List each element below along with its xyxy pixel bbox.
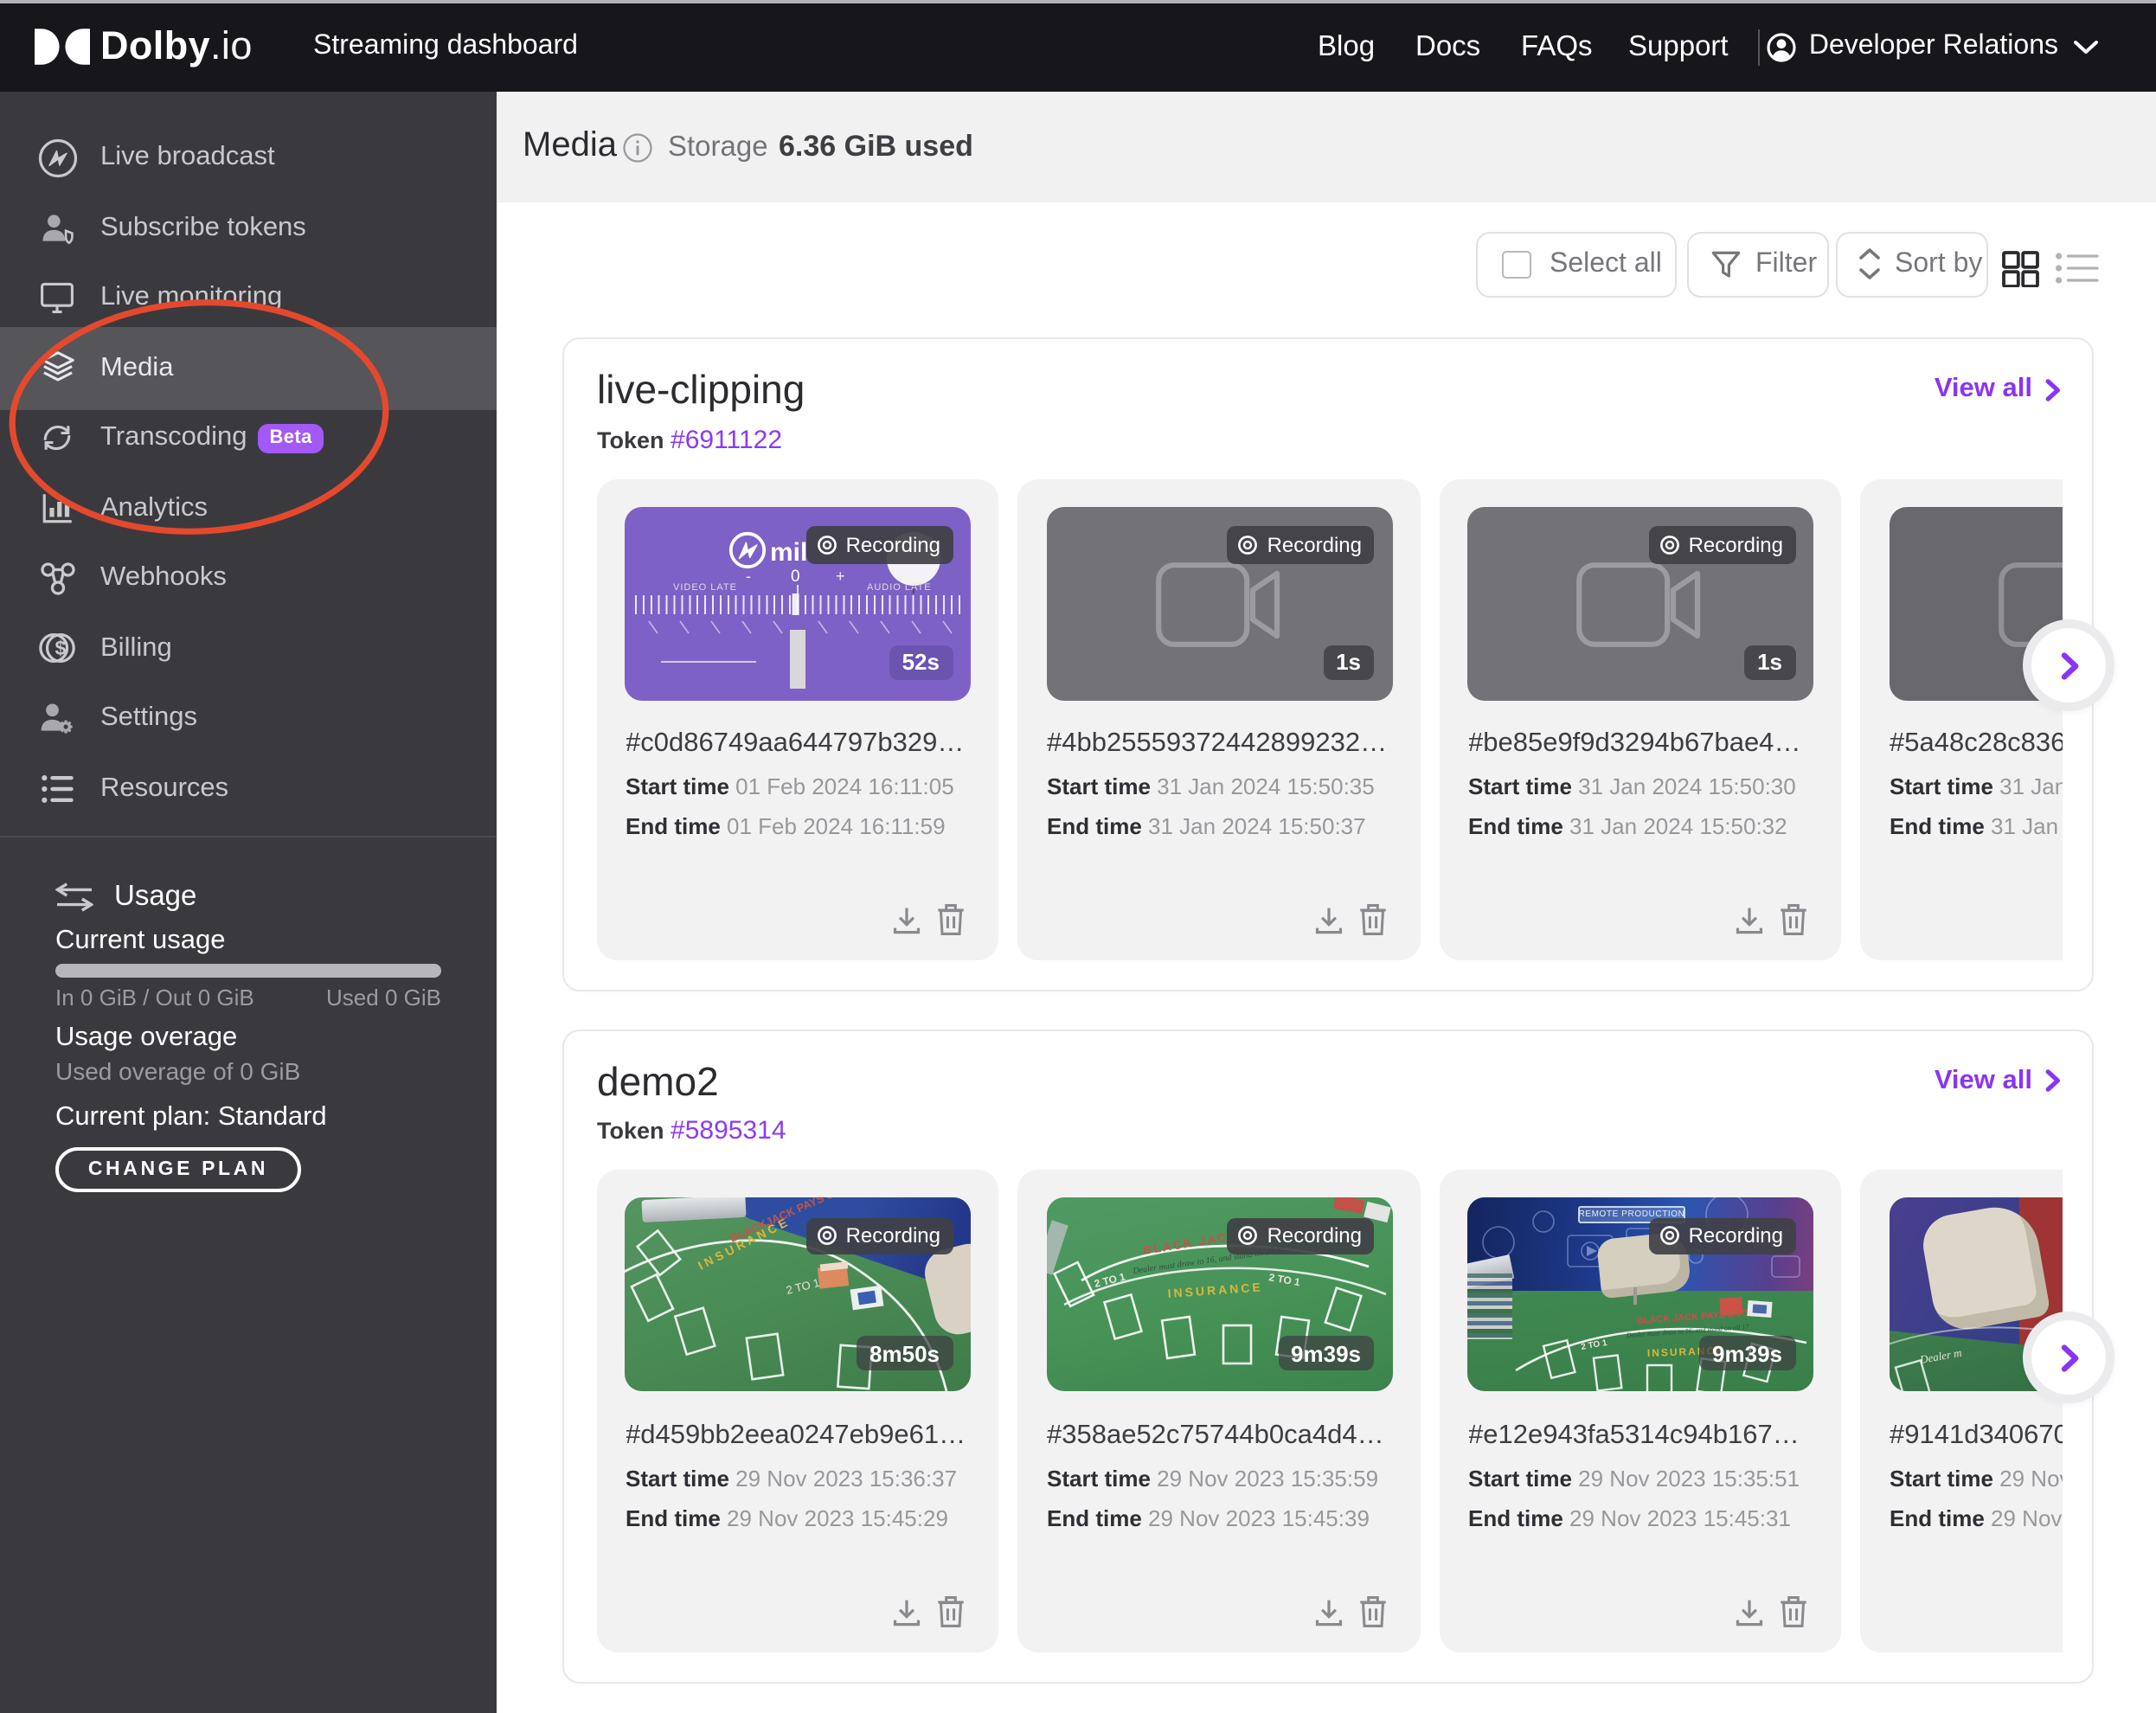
svg-text:$: $	[54, 638, 65, 660]
svg-text:-: -	[746, 567, 751, 584]
svg-text:+: +	[836, 567, 845, 584]
svg-text:0: 0	[791, 567, 800, 585]
svg-text:VIDEO LATE: VIDEO LATE	[673, 581, 737, 592]
svg-text:AUDIO LATE: AUDIO LATE	[867, 581, 932, 592]
svg-text:mil: mil	[770, 537, 807, 566]
svg-text:INSURANCE: INSURANCE	[1166, 1280, 1262, 1300]
svg-text:Dealer m: Dealer m	[1917, 1346, 1962, 1366]
svg-text:2 TO 1: 2 TO 1	[785, 1276, 821, 1297]
svg-text:2 TO 1: 2 TO 1	[1267, 1271, 1300, 1288]
